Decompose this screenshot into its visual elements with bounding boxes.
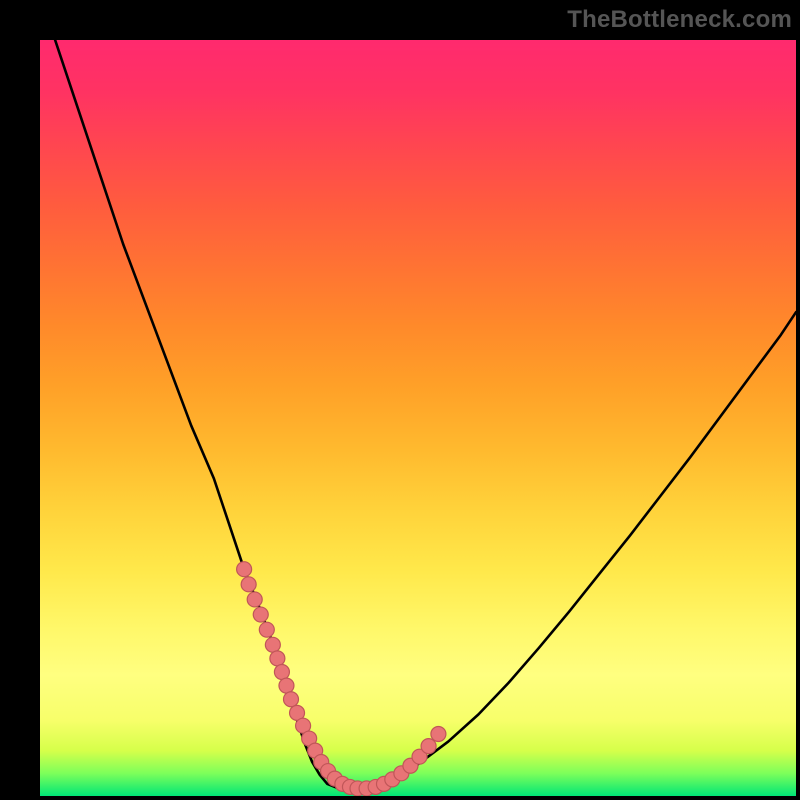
data-dot bbox=[283, 692, 298, 707]
watermark-text: TheBottleneck.com bbox=[567, 6, 792, 34]
data-dot bbox=[241, 577, 256, 592]
data-dot bbox=[259, 622, 274, 637]
data-dot bbox=[265, 637, 280, 652]
data-dot bbox=[237, 562, 252, 577]
data-dot bbox=[270, 651, 285, 666]
data-dot bbox=[247, 592, 262, 607]
plot-area bbox=[40, 40, 796, 796]
data-dot bbox=[431, 727, 446, 742]
data-dot bbox=[253, 607, 268, 622]
chart-svg bbox=[40, 40, 796, 796]
bottleneck-curve bbox=[55, 40, 796, 788]
chart-frame: TheBottleneck.com bbox=[0, 0, 800, 800]
data-dot bbox=[274, 665, 289, 680]
data-dot bbox=[421, 739, 436, 754]
data-dot bbox=[279, 678, 294, 693]
data-dots bbox=[237, 562, 446, 796]
